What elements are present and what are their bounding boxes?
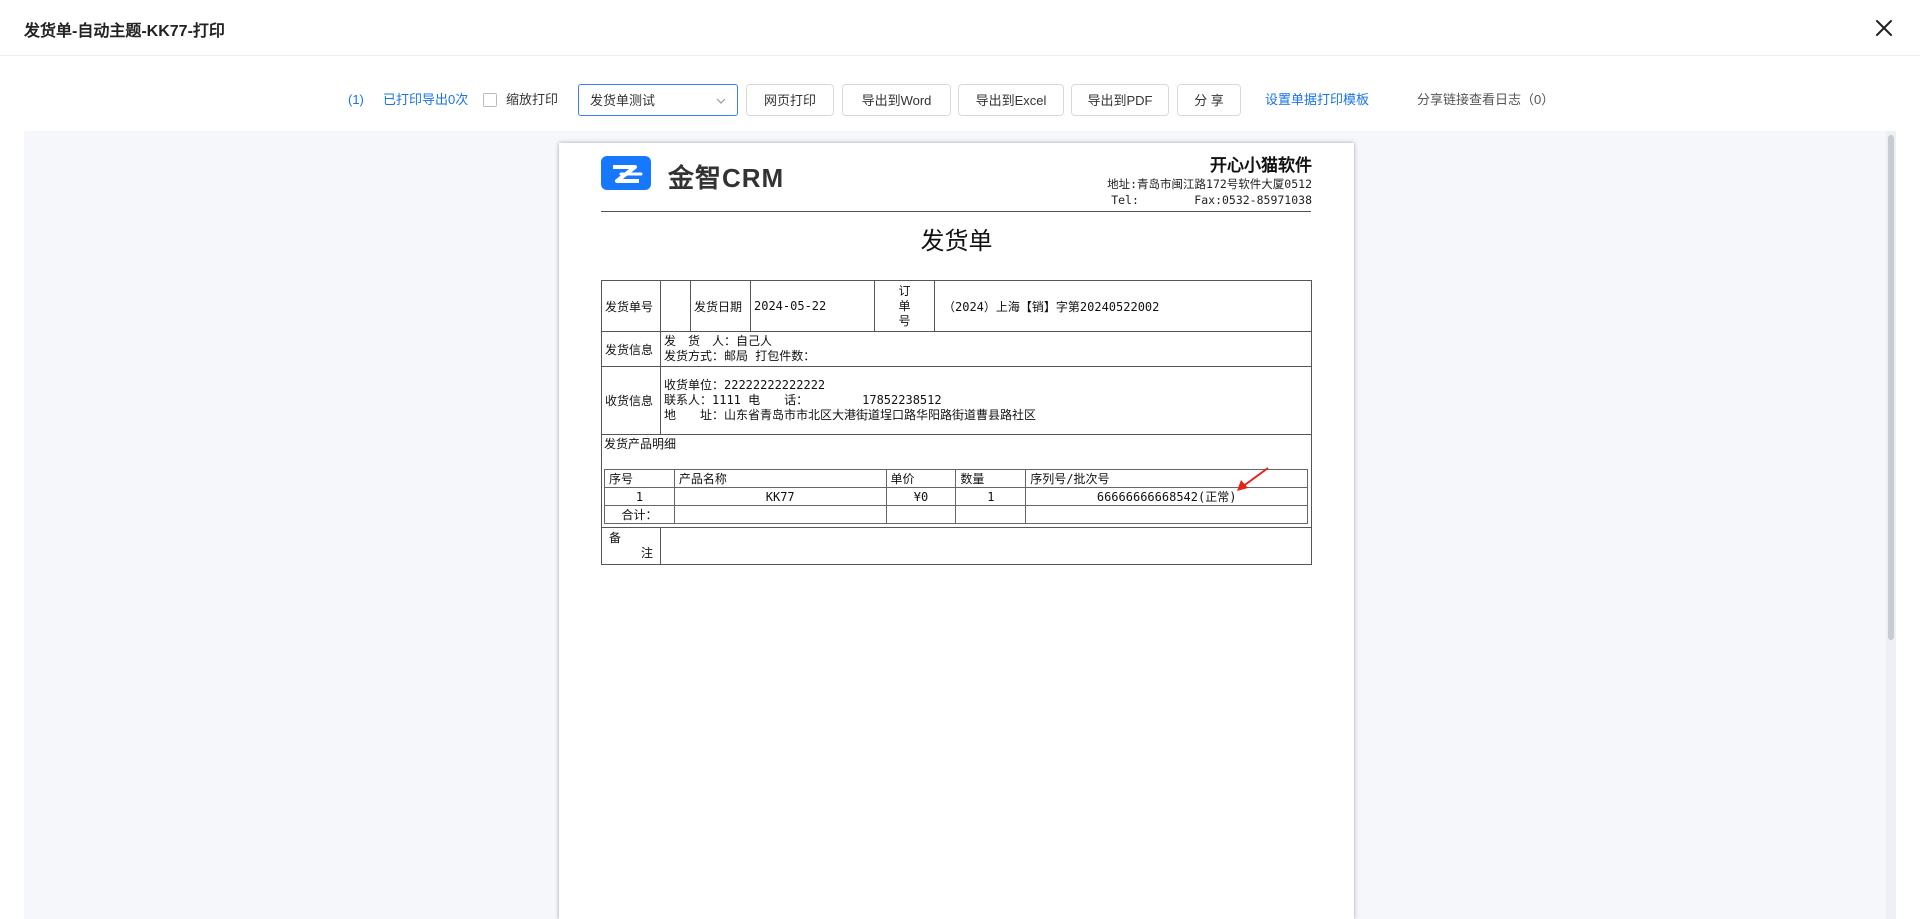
recv-unit-line: 收货单位：22222222222222: [664, 378, 826, 392]
ship-info-value: 发 货 人：自己人 发货方式：邮局 打包件数：: [660, 331, 1312, 367]
table-cell: KK77: [673, 487, 887, 506]
jinzhi-logo-icon: [601, 156, 651, 190]
share-button[interactable]: 分 享: [1177, 84, 1241, 116]
company-name: 开心小猫软件: [1210, 156, 1312, 176]
web-print-button[interactable]: 网页打印: [746, 84, 834, 116]
contact-line: 联系人：1111 电 话： 17852238512: [664, 393, 942, 407]
chevron-down-icon: [716, 98, 726, 104]
printed-count-text[interactable]: 已打印导出0次: [383, 84, 468, 116]
dialog-header: 发货单-自动主题-KK77-打印: [0, 0, 1920, 56]
order-no-value: （2024）上海【销】字第20240522002: [934, 280, 1312, 332]
logo-text: 金智CRM: [668, 163, 785, 193]
shipment-info-table: 发货单号 发货日期 2024-05-22 订 单 号 （2024）上海【销】字第…: [601, 280, 1312, 565]
total-label: 合计：: [604, 505, 675, 524]
items-header-cell: 单价: [885, 469, 957, 488]
product-detail-cell: 发货产品明细 序号 产品名称 单价 数量 序列号/批次号 1 KK77 ¥0 1 6666666…: [601, 434, 1312, 528]
template-select[interactable]: 发货单测试: [578, 84, 738, 116]
company-contact: Tel: Fax:0532-85971038: [1107, 192, 1312, 208]
recv-info-label: 收货信息: [601, 366, 661, 435]
export-excel-button[interactable]: 导出到Excel: [958, 84, 1064, 116]
items-total-row: 合计：: [604, 505, 1308, 524]
set-print-template-link[interactable]: 设置单据打印模板: [1265, 84, 1369, 116]
close-icon[interactable]: [1870, 14, 1898, 42]
company-address: 地址:青岛市闽江路172号软件大厦0512: [1107, 177, 1312, 191]
recv-info-value: 收货单位：22222222222222 联系人：1111 电 话： 178522…: [660, 366, 1312, 435]
export-word-button[interactable]: 导出到Word: [842, 84, 951, 116]
ship-date-label: 发货日期: [690, 280, 751, 332]
fax-number: Fax:0532-85971038: [1194, 193, 1312, 207]
recv-address-line: 地 址：山东省青岛市市北区大港街道埕口路华阳路街道曹县路社区: [664, 408, 1037, 422]
ship-no-value: [660, 280, 691, 332]
order-no-label: 订 单 号: [874, 280, 935, 332]
scale-print-checkbox[interactable]: [483, 93, 497, 107]
template-select-value: 发货单测试: [590, 93, 656, 108]
table-cell: 1: [955, 487, 1027, 506]
table-cell: ¥0: [885, 487, 957, 506]
company-info: 开心小猫软件 地址:青岛市闽江路172号软件大厦0512 Tel: Fax:05…: [1107, 151, 1312, 208]
table-row: 1 KK77 ¥0 1 66666666668542(正常): [604, 487, 1308, 506]
items-header-cell: 数量: [955, 469, 1027, 488]
table-cell: 1: [604, 487, 675, 506]
red-arrow-icon: [1237, 467, 1269, 491]
remark-value: [660, 527, 1312, 565]
detail-label: 发货产品明细: [604, 437, 677, 451]
scrollbar-thumb[interactable]: [1888, 135, 1894, 640]
print-page: 金智CRM 开心小猫软件 地址:青岛市闽江路172号软件大厦0512 Tel: …: [559, 143, 1354, 919]
items-body: 1 KK77 ¥0 1 66666666668542(正常): [604, 487, 1308, 506]
shipper-line: 发 货 人：自己人: [664, 334, 773, 348]
share-log-link[interactable]: 分享链接查看日志（0）: [1417, 84, 1554, 116]
product-items-table: 序号 产品名称 单价 数量 序列号/批次号 1 KK77 ¥0 1 66666666668542…: [604, 469, 1308, 524]
ship-no-label: 发货单号: [601, 280, 661, 332]
tel-label: Tel:: [1111, 193, 1139, 207]
print-count-link[interactable]: (1): [348, 84, 364, 116]
ship-method-line: 发货方式：邮局 打包件数：: [664, 349, 816, 363]
export-pdf-button[interactable]: 导出到PDF: [1071, 84, 1169, 116]
items-header-cell: 产品名称: [673, 469, 887, 488]
print-toolbar: (1) 已打印导出0次 缩放打印 发货单测试 网页打印 导出到Word 导出到E…: [0, 84, 1920, 118]
remark-label: 备 注: [601, 527, 661, 565]
items-header-cell: 序号: [604, 469, 675, 488]
items-header-row: 序号 产品名称 单价 数量 序列号/批次号: [604, 469, 1308, 488]
dialog-title: 发货单-自动主题-KK77-打印: [24, 23, 225, 40]
ship-info-label: 发货信息: [601, 331, 661, 367]
scale-print-label: 缩放打印: [506, 92, 559, 107]
preview-scrollbar[interactable]: [1886, 131, 1896, 919]
header-divider: [601, 211, 1311, 212]
shipment-sheet: 发货单号 发货日期 2024-05-22 订 单 号 （2024）上海【销】字第…: [601, 280, 1312, 565]
ship-date-value: 2024-05-22: [750, 280, 875, 332]
document-title: 发货单: [920, 228, 993, 255]
